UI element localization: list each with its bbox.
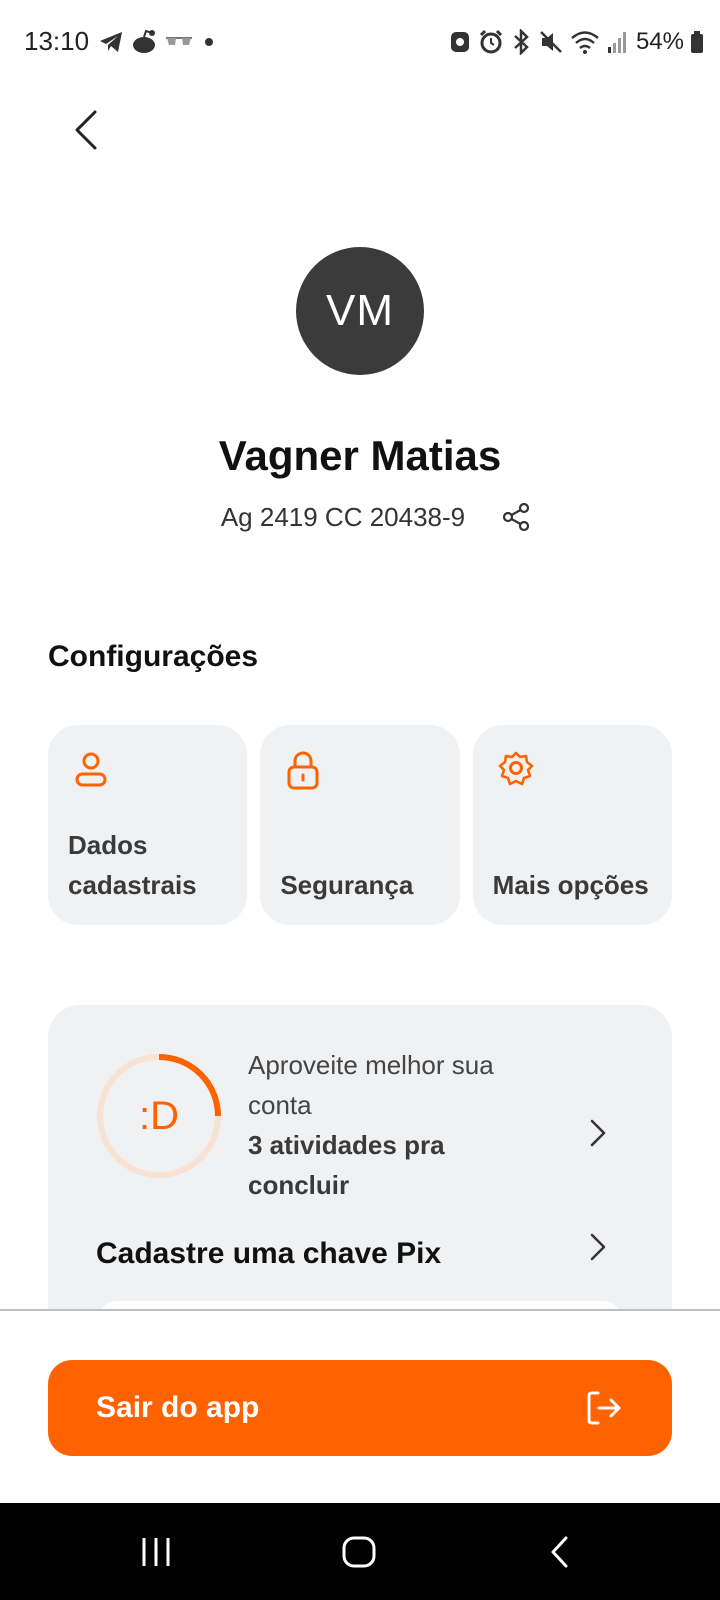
pix-item-label[interactable]: Cadastre uma chave Pix <box>96 1237 441 1271</box>
user-name: Vagner Matias <box>218 432 502 479</box>
activities-panel: :D Aproveite melhor sua conta 3 atividad… <box>48 1005 672 1335</box>
chevron-right-icon[interactable] <box>584 1227 614 1267</box>
logout-icon <box>587 1391 621 1425</box>
card-mais-opcoes[interactable]: Mais opções <box>472 725 672 925</box>
battery-percent: 54% <box>635 28 684 55</box>
settings-title: Configurações <box>48 640 259 673</box>
card-dados-cadastrais[interactable]: Dados cadastrais <box>48 725 248 925</box>
gear-icon <box>498 751 533 786</box>
status-time: 13:10 <box>24 26 90 56</box>
alarm-icon <box>479 29 503 54</box>
nav-back-button[interactable] <box>530 1527 590 1577</box>
account-info: Ag 2419 CC 20438-9 <box>220 501 466 532</box>
status-bar: 13:10 54% <box>0 0 720 84</box>
signal-icon <box>607 32 626 53</box>
mute-icon <box>540 31 562 53</box>
telegram-icon <box>100 32 122 52</box>
chevron-left-icon <box>75 110 97 150</box>
account-row: Ag 2419 CC 20438-9 <box>0 500 720 534</box>
logout-button[interactable]: Sair do app <box>48 1360 672 1456</box>
battery-icon <box>691 31 703 53</box>
card-label: Segurança <box>280 870 414 900</box>
chevron-right-icon[interactable] <box>584 1113 614 1153</box>
lock-icon <box>287 751 319 790</box>
recent-apps-icon <box>142 1538 170 1566</box>
status-left-icons <box>98 26 218 58</box>
activities-link[interactable]: Aproveite melhor sua conta 3 atividades … <box>248 1045 548 1205</box>
share-icon <box>503 502 530 532</box>
card-label: Dados cadastrais <box>68 830 197 900</box>
wifi-icon <box>571 31 599 54</box>
reddit-icon <box>133 29 155 53</box>
back-button[interactable] <box>56 100 116 160</box>
user-icon <box>75 752 107 787</box>
home-button[interactable] <box>329 1527 389 1577</box>
avatar-initials: VM <box>326 286 394 335</box>
home-icon <box>342 1536 376 1568</box>
bluetooth-icon <box>514 29 529 55</box>
avatar: VM <box>296 247 424 375</box>
nfc-icon <box>450 32 469 52</box>
dot-icon <box>205 38 213 46</box>
status-right: 54% <box>448 26 704 58</box>
system-nav-bar <box>0 1503 720 1600</box>
progress-emoticon: :D <box>139 1093 179 1138</box>
logout-label: Sair do app <box>96 1391 260 1424</box>
card-label: Mais opções <box>492 870 649 900</box>
glasses-icon <box>166 37 192 45</box>
share-button[interactable] <box>499 500 533 534</box>
settings-cards: Dados cadastrais Segurança Mais opções <box>48 725 672 925</box>
recent-apps-button[interactable] <box>126 1527 186 1577</box>
back-icon <box>551 1536 568 1568</box>
card-seguranca[interactable]: Segurança <box>260 725 460 925</box>
